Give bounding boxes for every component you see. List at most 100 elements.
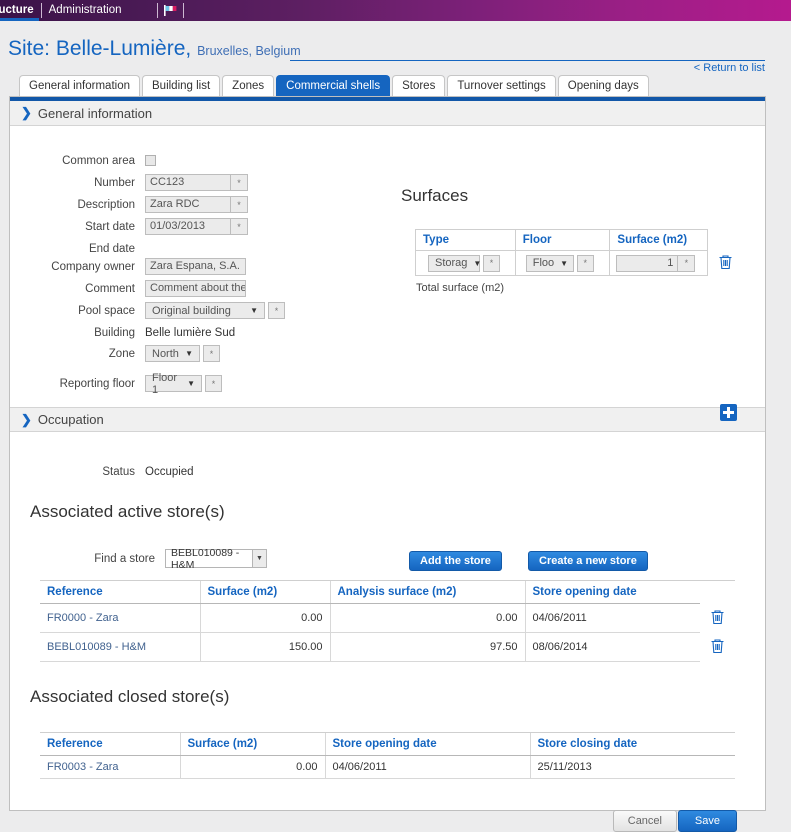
surfaces-table: Type Floor Surface (m2) Storag ▼ * Floo … — [415, 229, 743, 276]
surface-value-input[interactable]: 1 — [616, 254, 679, 272]
active-col-actions — [700, 580, 735, 604]
active-stores-table: Reference Surface (m2) Analysis surface … — [40, 580, 735, 662]
number-input[interactable]: CC123 — [145, 174, 231, 191]
field-label: Common area — [62, 154, 135, 167]
topnav-item-label: Administration — [48, 4, 122, 16]
store-reference-link[interactable]: FR0003 - Zara — [47, 761, 119, 773]
table-row: BEBL010089 - H&M 150.00 97.50 08/06/2014 — [40, 632, 735, 662]
section-header-general-information[interactable]: ❯ General information — [10, 101, 765, 126]
description-required-icon[interactable]: * — [231, 196, 248, 213]
reporting-floor-required-icon[interactable]: * — [205, 375, 222, 392]
field-label: Reporting floor — [59, 377, 135, 390]
title-divider — [290, 60, 765, 61]
status-row: Status Occupied — [10, 466, 193, 478]
surface-type-value: Storag — [435, 257, 468, 269]
section-header-occupation[interactable]: ❯ Occupation — [10, 407, 765, 432]
field-zone: Zone North ▼ * — [10, 345, 310, 362]
comment-input[interactable]: Comment about the cc — [145, 280, 246, 297]
scroll-gutter[interactable] — [766, 96, 776, 811]
surfaces-col-surface: Surface (m2) — [609, 229, 709, 251]
reporting-floor-select[interactable]: Floor 1 ▼ — [145, 372, 202, 396]
start-date-required-icon[interactable]: * — [231, 218, 248, 235]
field-common-area: Common area — [10, 152, 310, 169]
create-a-new-store-button[interactable]: Create a new store — [528, 551, 648, 571]
topnav-item-structure[interactable]: ructure — [0, 0, 41, 21]
active-cell-opening-date: 08/06/2014 — [524, 632, 700, 662]
tab-opening-days[interactable]: Opening days — [557, 75, 649, 97]
store-reference-link[interactable]: FR0000 - Zara — [47, 612, 119, 624]
field-label: Description — [77, 198, 135, 211]
section-title: General information — [37, 105, 153, 121]
general-information-form: Common area Number CC123 * Description Z… — [10, 126, 765, 421]
table-row: FR0000 - Zara 0.00 0.00 04/06/2011 — [40, 603, 735, 633]
field-label: Company owner — [51, 260, 135, 273]
find-store-dropdown-icon[interactable]: ▼ — [253, 549, 267, 568]
active-cell-analysis-surface: 97.50 — [329, 632, 525, 662]
tab-building-list[interactable]: Building list — [142, 75, 221, 97]
field-pool-space: Pool space Original building ▼ * — [10, 302, 340, 319]
active-cell-analysis-surface: 0.00 — [329, 603, 525, 633]
topnav-spacer — [129, 0, 157, 21]
active-cell-actions — [700, 603, 735, 633]
surface-type-required-icon[interactable]: * — [483, 254, 500, 272]
pool-space-value: Original building — [152, 304, 231, 317]
delete-store-icon[interactable] — [710, 638, 725, 657]
trash-icon — [719, 254, 732, 269]
add-the-store-button[interactable]: Add the store — [409, 551, 502, 571]
main-content-panel: ❯ General information Common area Number… — [9, 96, 766, 832]
return-to-list-link[interactable]: < Return to list — [694, 62, 765, 74]
closed-col-opening-date: Store opening date — [324, 732, 530, 756]
active-cell-reference: FR0000 - Zara — [40, 603, 200, 633]
tab-commercial-shells[interactable]: Commercial shells — [276, 75, 391, 97]
zone-select[interactable]: North ▼ — [145, 345, 200, 362]
surfaces-col-floor: Floor — [514, 229, 611, 251]
topnav-item-administration[interactable]: Administration — [42, 0, 129, 21]
company-owner-input[interactable]: Zara Espana, S.A. — [145, 258, 246, 275]
surfaces-heading: Surfaces — [401, 186, 469, 205]
chevron-right-icon: ❯ — [21, 411, 32, 427]
surface-floor-select[interactable]: Floo ▼ — [525, 254, 574, 272]
cancel-button[interactable]: Cancel — [612, 810, 677, 832]
total-surface-label: Total surface (m2) — [416, 282, 505, 294]
page-title: Site: Belle-Lumière, Bruxelles, Belgium — [8, 37, 301, 61]
start-date-input[interactable]: 01/03/2013 — [145, 218, 231, 235]
tab-turnover-settings[interactable]: Turnover settings — [447, 75, 556, 97]
surfaces-cell-surface: 1 * — [609, 250, 709, 276]
tab-stores[interactable]: Stores — [392, 75, 446, 97]
pool-space-select[interactable]: Original building ▼ — [145, 302, 265, 319]
surface-type-select[interactable]: Storag ▼ — [428, 254, 481, 272]
chevron-down-icon: ▼ — [250, 306, 258, 315]
store-reference-link[interactable]: BEBL010089 - H&M — [47, 641, 146, 653]
tab-general-information[interactable]: General information — [19, 75, 140, 97]
closed-col-surface: Surface (m2) — [179, 732, 325, 756]
closed-cell-surface: 0.00 — [179, 755, 325, 779]
topnav-separator-3 — [182, 3, 184, 18]
save-button[interactable]: Save — [677, 810, 737, 832]
delete-surface-icon[interactable] — [718, 254, 733, 273]
surface-required-icon[interactable]: * — [678, 254, 696, 272]
active-col-surface: Surface (m2) — [199, 580, 330, 604]
find-store-row: Find a store BEBL010089 - H&M ▼ — [10, 547, 267, 571]
building-value: Belle lumière Sud — [145, 326, 236, 339]
field-number: Number CC123 * — [10, 174, 310, 191]
field-label: Comment — [85, 282, 135, 295]
add-surface-button[interactable] — [720, 404, 737, 421]
surface-floor-required-icon[interactable]: * — [576, 254, 594, 272]
language-flag-button[interactable] — [158, 0, 183, 21]
tab-bar: General information Building list Zones … — [0, 74, 791, 97]
surfaces-cell-actions — [708, 251, 743, 276]
field-comment: Comment Comment about the cc — [10, 280, 310, 297]
number-required-icon[interactable]: * — [231, 174, 248, 191]
topnav-item-label: ructure — [0, 4, 34, 16]
find-store-input[interactable]: BEBL010089 - H&M — [165, 547, 253, 571]
zone-required-icon[interactable]: * — [203, 345, 220, 362]
delete-store-icon[interactable] — [710, 609, 725, 628]
tab-zones[interactable]: Zones — [222, 75, 275, 97]
description-input[interactable]: Zara RDC — [145, 196, 231, 213]
common-area-checkbox[interactable] — [145, 155, 156, 166]
pool-space-required-icon[interactable]: * — [268, 302, 285, 319]
surfaces-col-actions — [707, 229, 743, 251]
active-stores-heading: Associated active store(s) — [30, 502, 225, 521]
occupation-body: Status Occupied Associated active store(… — [10, 432, 765, 832]
surfaces-row: Storag ▼ * Floo ▼ * 1 * — [415, 250, 743, 276]
